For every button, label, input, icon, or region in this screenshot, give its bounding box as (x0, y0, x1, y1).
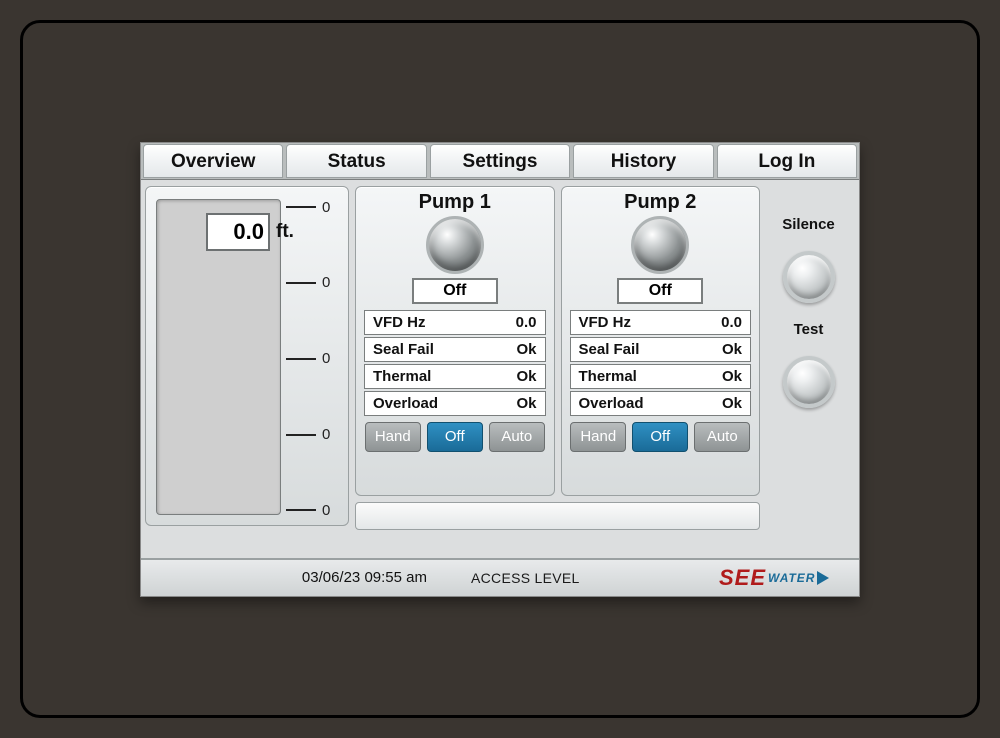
pump-1-overload: OverloadOk (364, 391, 546, 416)
pump-2-overload: OverloadOk (570, 391, 752, 416)
level-readout: 0.0 ft. (206, 211, 306, 253)
tab-status[interactable]: Status (286, 144, 426, 178)
pump-2-auto-button[interactable]: Auto (694, 422, 750, 452)
footer-datetime: 03/06/23 09:55 am (141, 569, 451, 586)
device-bezel: Overview Status Settings History Log In … (20, 20, 980, 718)
test-label: Test (794, 321, 824, 338)
tab-login[interactable]: Log In (717, 144, 857, 178)
pump-1-sealfail: Seal FailOk (364, 337, 546, 362)
tab-settings[interactable]: Settings (430, 144, 570, 178)
level-unit: ft. (276, 221, 294, 243)
tick-label: 0 (322, 426, 330, 443)
pump-2-thermal: ThermalOk (570, 364, 752, 389)
hmi-screen: Overview Status Settings History Log In … (140, 142, 860, 597)
pump-1-off-button[interactable]: Off (427, 422, 483, 452)
side-column: Silence Test (766, 186, 851, 554)
test-button[interactable] (783, 356, 835, 408)
pump-1-vfdhz: VFD Hz0.0 (364, 310, 546, 335)
level-panel: 0 0 0 0 0 0.0 ft. (145, 186, 349, 526)
tab-history[interactable]: History (573, 144, 713, 178)
pump-1-panel: Pump 1 Off VFD Hz0.0 Seal FailOk Thermal… (355, 186, 555, 496)
pump-row: Pump 1 Off VFD Hz0.0 Seal FailOk Thermal… (355, 186, 760, 496)
pump-1-state: Off (412, 278, 498, 304)
pump-1-title: Pump 1 (364, 191, 546, 214)
level-value: 0.0 (206, 213, 270, 251)
logo-sub: WATER (768, 571, 815, 585)
pump-2-title: Pump 2 (570, 191, 752, 214)
logo-main: SEE (719, 565, 766, 591)
footer-access-level: ACCESS LEVEL (451, 570, 719, 586)
pump-2-off-button[interactable]: Off (632, 422, 688, 452)
silence-button[interactable] (783, 251, 835, 303)
pump-1-thermal: ThermalOk (364, 364, 546, 389)
main-area: 0 0 0 0 0 0.0 ft. Pump 1 (141, 180, 859, 558)
tick-label: 0 (322, 274, 330, 291)
seewater-logo: SEE WATER (719, 565, 859, 591)
message-bar (355, 502, 760, 530)
pump-2-panel: Pump 2 Off VFD Hz0.0 Seal FailOk Thermal… (561, 186, 761, 496)
pump-1-hand-button[interactable]: Hand (365, 422, 421, 452)
tick-label: 0 (322, 199, 330, 216)
pump-column: Pump 1 Off VFD Hz0.0 Seal FailOk Thermal… (355, 186, 760, 554)
pump-2-state: Off (617, 278, 703, 304)
footer-bar: 03/06/23 09:55 am ACCESS LEVEL SEE WATER (141, 558, 859, 596)
pump-2-vfdhz: VFD Hz0.0 (570, 310, 752, 335)
arrow-icon (817, 571, 829, 585)
pump-2-lamp-icon (631, 216, 689, 274)
silence-label: Silence (782, 216, 835, 233)
tab-bar: Overview Status Settings History Log In (141, 143, 859, 180)
pump-2-hand-button[interactable]: Hand (570, 422, 626, 452)
tab-overview[interactable]: Overview (143, 144, 283, 178)
pump-1-lamp-icon (426, 216, 484, 274)
tick-label: 0 (322, 350, 330, 367)
tick-label: 0 (322, 502, 330, 519)
pump-2-sealfail: Seal FailOk (570, 337, 752, 362)
pump-1-auto-button[interactable]: Auto (489, 422, 545, 452)
